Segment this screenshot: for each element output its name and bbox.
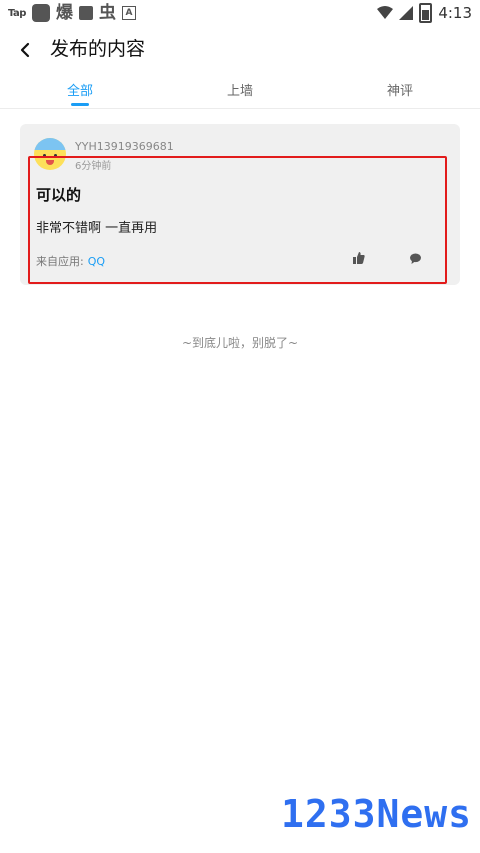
page-title: 发布的内容 <box>50 38 146 60</box>
watermark-logo: 1233News <box>280 792 472 836</box>
wifi-icon <box>377 6 394 19</box>
avatar-eye-right <box>54 154 57 157</box>
post-card[interactable]: YYH13919369681 6分钟前 可以的 非常不错啊 一直再用 来自应用:… <box>20 124 460 285</box>
source-label: 来自应用: <box>36 255 84 268</box>
status-bar: Tap 爆 虫 A 4:13 <box>0 0 480 26</box>
app-header: 发布的内容 <box>0 26 480 74</box>
post-source: 来自应用: QQ <box>36 253 105 269</box>
avatar-mouth <box>46 160 54 165</box>
tab-active-indicator <box>71 103 89 106</box>
source-app-link[interactable]: QQ <box>88 255 105 268</box>
chevron-left-icon <box>20 42 30 58</box>
status-time: 4:13 <box>438 4 472 22</box>
avatar-eye-left <box>43 154 46 157</box>
post-body: 非常不错啊 一直再用 <box>36 221 158 236</box>
end-of-list-message: ~到底儿啦，别脱了~ <box>181 336 299 350</box>
post-title: 可以的 <box>36 186 82 204</box>
post-timestamp: 6分钟前 <box>75 161 112 172</box>
avatar[interactable] <box>34 138 66 170</box>
signal-icon <box>399 6 414 20</box>
avatar-hat <box>34 138 66 150</box>
square-app-icon <box>31 4 50 22</box>
status-bar-left: Tap 爆 虫 A <box>8 3 136 23</box>
app-glyph-icon: 爆 <box>55 3 73 23</box>
tab-wall[interactable]: 上墙 <box>227 80 253 99</box>
a-box-icon: A <box>121 6 136 20</box>
thumbs-up-icon[interactable] <box>353 252 365 264</box>
bug-glyph-icon: 虫 <box>98 3 116 23</box>
post-username[interactable]: YYH13919369681 <box>75 140 174 153</box>
back-button[interactable] <box>14 36 38 64</box>
tap-app-icon: Tap <box>8 7 26 19</box>
tab-all[interactable]: 全部 <box>67 80 93 99</box>
battery-icon <box>419 3 433 23</box>
status-bar-right: 4:13 <box>377 3 472 23</box>
tab-hot-comments[interactable]: 神评 <box>387 80 413 99</box>
tab-bar: 全部 上墙 神评 <box>0 74 480 109</box>
comment-icon[interactable] <box>410 253 421 264</box>
bag-icon <box>78 6 93 20</box>
